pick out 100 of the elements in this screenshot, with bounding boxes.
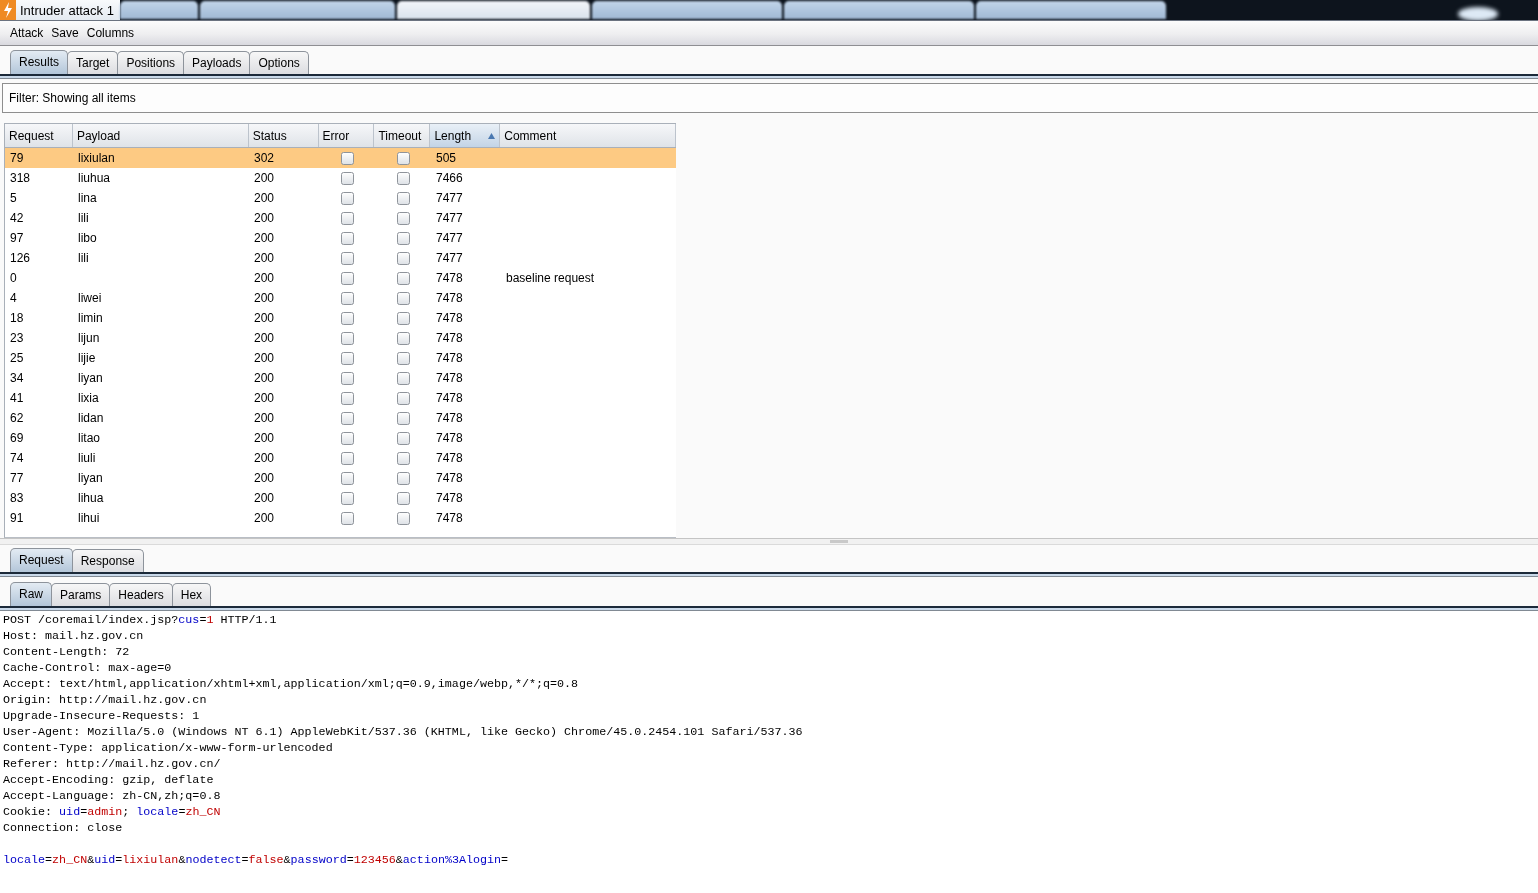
sorted-column-header[interactable]: Length: [430, 124, 501, 147]
table-cell: litao: [78, 431, 100, 445]
table-cell: 200: [254, 351, 275, 365]
table-cell: 79: [10, 151, 24, 165]
table-row[interactable]: 318 liuhua 200 7466: [5, 168, 676, 188]
table-row[interactable]: 5 lina 200 7477: [5, 188, 676, 208]
table-row[interactable]: 74 liuli 200 7478: [5, 448, 676, 468]
checkbox[interactable]: [340, 211, 354, 225]
checkbox[interactable]: [340, 191, 354, 205]
table-row[interactable]: 97 libo 200 7477: [5, 228, 676, 248]
table-row[interactable]: 23 lijun 200 7478: [5, 328, 676, 348]
tab[interactable]: Raw: [10, 582, 52, 606]
table-cell: 200: [254, 431, 275, 445]
checkbox[interactable]: [340, 351, 354, 365]
table-cell: liyan: [78, 371, 103, 385]
blurred-tab[interactable]: [120, 1, 198, 19]
checkbox[interactable]: [396, 371, 410, 385]
checkbox[interactable]: [340, 491, 354, 505]
tab[interactable]: Response: [71, 549, 144, 572]
column-header[interactable]: Comment: [500, 124, 676, 147]
table-cell: 200: [254, 491, 275, 505]
table-row[interactable]: 18 limin 200 7478: [5, 308, 676, 328]
menu-item[interactable]: Save: [47, 21, 83, 45]
table-row[interactable]: 42 lili 200 7477: [5, 208, 676, 228]
filter-bar[interactable]: Filter: Showing all items: [2, 83, 1538, 113]
table-cell: 200: [254, 231, 275, 245]
table-row[interactable]: 91 lihui 200 7478: [5, 508, 676, 528]
menu-item[interactable]: Attack: [6, 21, 48, 45]
tab[interactable]: Options: [249, 51, 309, 74]
checkbox[interactable]: [396, 411, 410, 425]
checkbox[interactable]: [396, 151, 410, 165]
tab[interactable]: Headers: [109, 583, 173, 606]
table-row[interactable]: 4 liwei 200 7478: [5, 288, 676, 308]
column-header[interactable]: Status: [248, 124, 319, 147]
tab[interactable]: Results: [10, 50, 68, 74]
blurred-tab[interactable]: [784, 1, 974, 19]
table-row[interactable]: 25 lijie 200 7478: [5, 348, 676, 368]
checkbox[interactable]: [340, 291, 354, 305]
table-row[interactable]: 69 litao 200 7478: [5, 428, 676, 448]
blurred-tab[interactable]: [592, 1, 782, 19]
checkbox[interactable]: [340, 251, 354, 265]
checkbox[interactable]: [340, 471, 354, 485]
checkbox[interactable]: [396, 171, 410, 185]
column-header[interactable]: Payload: [72, 124, 249, 147]
checkbox[interactable]: [396, 291, 410, 305]
table-cell: 23: [10, 331, 24, 345]
checkbox[interactable]: [396, 351, 410, 365]
checkbox[interactable]: [340, 151, 354, 165]
tab[interactable]: Positions: [117, 51, 185, 74]
checkbox[interactable]: [396, 471, 410, 485]
checkbox[interactable]: [396, 191, 410, 205]
table-row[interactable]: 79 lixiulan 302 505: [5, 148, 676, 168]
table-row[interactable]: 83 lihua 200 7478: [5, 488, 676, 508]
checkbox[interactable]: [340, 331, 354, 345]
checkbox[interactable]: [396, 311, 410, 325]
checkbox[interactable]: [396, 271, 410, 285]
checkbox[interactable]: [340, 231, 354, 245]
checkbox[interactable]: [340, 271, 354, 285]
table-row[interactable]: 62 lidan 200 7478: [5, 408, 676, 428]
checkbox[interactable]: [396, 451, 410, 465]
table-row[interactable]: 41 lixia 200 7478: [5, 388, 676, 408]
checkbox[interactable]: [340, 511, 354, 525]
checkbox[interactable]: [340, 311, 354, 325]
checkbox[interactable]: [340, 391, 354, 405]
table-cell: lihui: [78, 511, 100, 525]
checkbox[interactable]: [396, 251, 410, 265]
table-cell: 7478: [436, 351, 463, 365]
checkbox[interactable]: [396, 331, 410, 345]
blurred-tab[interactable]: [200, 1, 395, 19]
request-body-line: locale=zh_CN&uid=lixiulan&nodetect=false&password=123456&action%3Alogin=: [3, 852, 509, 868]
checkbox[interactable]: [396, 211, 410, 225]
table-row[interactable]: 0 200 7478 baseline request: [5, 268, 676, 288]
table-cell: 7477: [436, 251, 463, 265]
checkbox[interactable]: [340, 371, 354, 385]
tab[interactable]: Target: [67, 51, 119, 74]
checkbox[interactable]: [396, 491, 410, 505]
table-cell: 200: [254, 371, 275, 385]
checkbox[interactable]: [340, 171, 354, 185]
checkbox[interactable]: [340, 411, 354, 425]
tab[interactable]: Hex: [171, 583, 212, 606]
checkbox[interactable]: [396, 511, 410, 525]
table-row[interactable]: 126 lili 200 7477: [5, 248, 676, 268]
checkbox[interactable]: [396, 391, 410, 405]
blurred-tab[interactable]: [397, 1, 590, 19]
table-row[interactable]: 77 liyan 200 7478: [5, 468, 676, 488]
menu-item[interactable]: Columns: [82, 21, 139, 45]
blurred-tab[interactable]: [976, 1, 1166, 19]
tab[interactable]: Payloads: [183, 51, 251, 74]
raw-message-editor[interactable]: [0, 611, 1538, 893]
column-header[interactable]: Request: [5, 124, 73, 147]
checkbox[interactable]: [340, 451, 354, 465]
column-header[interactable]: Error: [318, 124, 375, 147]
tab[interactable]: Request: [10, 548, 73, 572]
checkbox[interactable]: [396, 431, 410, 445]
tab[interactable]: Params: [51, 583, 111, 606]
checkbox[interactable]: [396, 231, 410, 245]
request-header-line: Content-Length: 72: [3, 644, 130, 660]
table-row[interactable]: 34 liyan 200 7478: [5, 368, 676, 388]
lightning-icon: [0, 0, 16, 20]
checkbox[interactable]: [340, 431, 354, 445]
